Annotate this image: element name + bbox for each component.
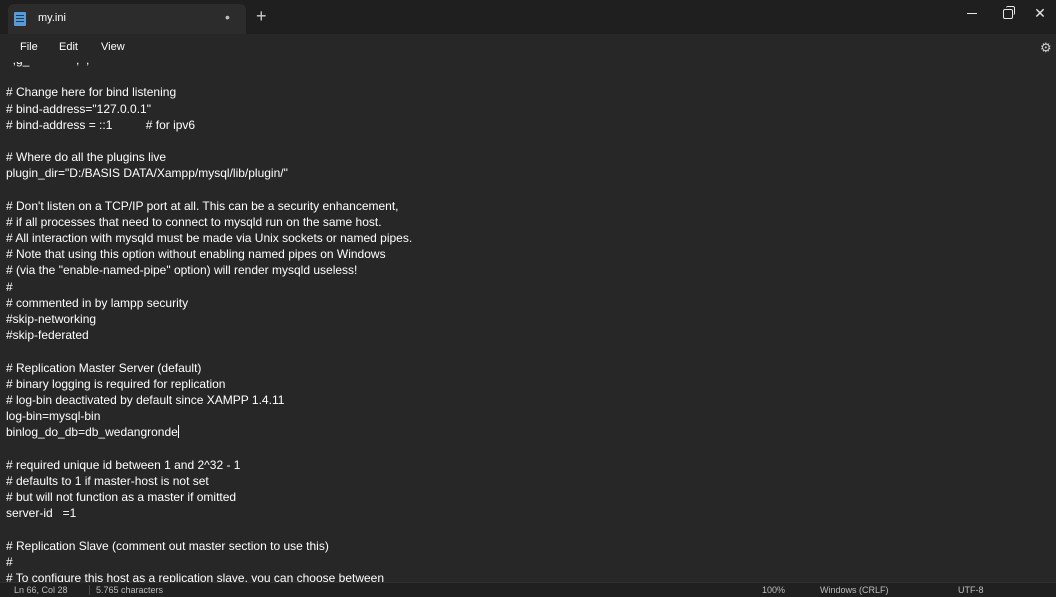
notepad-icon: [14, 12, 26, 26]
character-count: 5.765 characters: [96, 585, 164, 595]
restore-icon: [1003, 6, 1015, 19]
code-line[interactable]: #: [6, 279, 1046, 295]
close-button[interactable]: ✕: [1022, 0, 1056, 30]
minimize-button[interactable]: [954, 0, 990, 30]
code-line[interactable]: binlog_do_db=db_wedangronde: [6, 424, 1046, 440]
menu-view[interactable]: View: [101, 41, 125, 53]
code-line[interactable]: [6, 133, 1046, 149]
code-line[interactable]: # To configure this host as a replicatio…: [6, 570, 1046, 582]
menu-edit[interactable]: Edit: [59, 41, 78, 53]
notepad-window: my.ini • + ✕ File Edit View ⚙ ,g_ , , # …: [0, 0, 1056, 597]
code-line[interactable]: # Replication Slave (comment out master …: [6, 538, 1046, 554]
code-line[interactable]: # Replication Master Server (default): [6, 360, 1046, 376]
code-line[interactable]: # All interaction with mysqld must be ma…: [6, 230, 1046, 246]
new-tab-button[interactable]: +: [256, 7, 267, 25]
code-line[interactable]: #skip-networking: [6, 311, 1046, 327]
code-line[interactable]: # binary logging is required for replica…: [6, 376, 1046, 392]
menu-bar: File Edit View ⚙: [0, 34, 1056, 62]
cursor-position: Ln 66, Col 28: [14, 585, 68, 595]
status-divider: [89, 585, 90, 595]
code-line[interactable]: # bind-address="127.0.0.1": [6, 101, 1046, 117]
code-line[interactable]: [6, 68, 1046, 84]
code-line[interactable]: [6, 343, 1046, 359]
close-icon: ✕: [1034, 5, 1046, 21]
code-line[interactable]: server-id =1: [6, 505, 1046, 521]
status-bar: Ln 66, Col 28 5.765 characters 100% Wind…: [0, 582, 1056, 597]
code-line[interactable]: # Where do all the plugins live: [6, 149, 1046, 165]
settings-gear-icon[interactable]: ⚙: [1040, 40, 1052, 56]
encoding[interactable]: UTF-8: [958, 585, 984, 595]
code-line[interactable]: # Note that using this option without en…: [6, 246, 1046, 262]
code-line[interactable]: #skip-federated: [6, 327, 1046, 343]
code-line[interactable]: #: [6, 554, 1046, 570]
code-line[interactable]: # Change here for bind listening: [6, 84, 1046, 100]
code-line[interactable]: [6, 521, 1046, 537]
code-line[interactable]: # bind-address = ::1 # for ipv6: [6, 117, 1046, 133]
code-line[interactable]: # but will not function as a master if o…: [6, 489, 1046, 505]
code-line[interactable]: # commented in by lampp security: [6, 295, 1046, 311]
code-line[interactable]: [6, 441, 1046, 457]
code-line[interactable]: # defaults to 1 if master-host is not se…: [6, 473, 1046, 489]
code-line[interactable]: # (via the "enable-named-pipe" option) w…: [6, 262, 1046, 278]
title-bar: my.ini • + ✕: [0, 0, 1056, 34]
code-line[interactable]: plugin_dir="D:/BASIS DATA/Xampp/mysql/li…: [6, 165, 1046, 181]
line-ending[interactable]: Windows (CRLF): [820, 585, 889, 595]
menu-file[interactable]: File: [20, 41, 38, 53]
code-line[interactable]: [6, 182, 1046, 198]
text-editor[interactable]: ,g_ , , # Change here for bind listening…: [0, 62, 1056, 582]
editor-content[interactable]: ,g_ , , # Change here for bind listening…: [6, 62, 1046, 582]
code-line[interactable]: # required unique id between 1 and 2^32 …: [6, 457, 1046, 473]
restore-button[interactable]: [990, 0, 1026, 30]
unsaved-indicator-icon[interactable]: •: [225, 9, 230, 25]
code-line[interactable]: log-bin=mysql-bin: [6, 408, 1046, 424]
minimize-icon: [967, 13, 977, 14]
code-line[interactable]: # Don't listen on a TCP/IP port at all. …: [6, 198, 1046, 214]
tab-my-ini[interactable]: my.ini •: [8, 4, 246, 34]
code-line[interactable]: # if all processes that need to connect …: [6, 214, 1046, 230]
text-caret: [177, 425, 179, 439]
code-line[interactable]: # log-bin deactivated by default since X…: [6, 392, 1046, 408]
zoom-level[interactable]: 100%: [762, 585, 785, 595]
tab-title: my.ini: [38, 12, 66, 24]
